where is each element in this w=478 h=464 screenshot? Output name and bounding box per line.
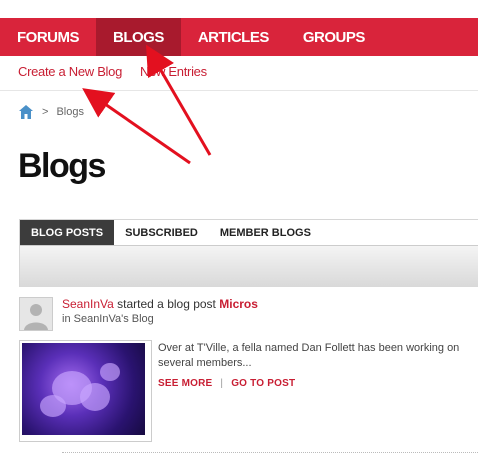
post-thumbnail[interactable] (19, 340, 152, 442)
entry-divider (62, 452, 478, 453)
nav-articles[interactable]: ARTICLES (181, 18, 286, 56)
arrow-to-create-blog (82, 88, 191, 165)
subnav-divider (0, 90, 478, 91)
tab-member-blogs[interactable]: MEMBER BLOGS (209, 220, 322, 245)
author-link[interactable]: SeanInVa (62, 297, 114, 311)
nav-blogs[interactable]: BLOGS (96, 18, 181, 56)
top-nav: FORUMS BLOGS ARTICLES GROUPS (0, 18, 478, 56)
actions-separator: | (220, 378, 224, 389)
see-more-link[interactable]: SEE MORE (158, 378, 212, 389)
tab-blog-posts[interactable]: BLOG POSTS (20, 220, 115, 245)
page-title: Blogs (18, 147, 106, 185)
avatar[interactable] (19, 297, 53, 331)
create-new-blog-link[interactable]: Create a New Blog (18, 64, 122, 79)
sub-nav: Create a New Blog New Entries (18, 64, 207, 79)
activity-summary: SeanInVa started a blog post Micros (62, 297, 258, 311)
go-to-post-link[interactable]: GO TO POST (231, 378, 295, 389)
tabs-panel: BLOG POSTS SUBSCRIBED MEMBER BLOGS (19, 219, 478, 287)
tab-toolbar (20, 245, 478, 287)
breadcrumb-current[interactable]: Blogs (56, 106, 84, 118)
activity-action-text: started a blog post (113, 297, 220, 311)
post-excerpt: Over at T'Ville, a fella named Dan Folle… (158, 342, 460, 369)
breadcrumb: > Blogs (18, 104, 84, 120)
breadcrumb-separator: > (42, 106, 49, 118)
nav-groups[interactable]: GROUPS (286, 18, 382, 56)
nav-forums[interactable]: FORUMS (0, 18, 96, 56)
post-actions: SEE MORE | GO TO POST (158, 378, 295, 389)
post-title-link[interactable]: Micros (219, 297, 258, 311)
home-icon[interactable] (18, 104, 34, 120)
tab-subscribed[interactable]: SUBSCRIBED (114, 220, 209, 245)
blog-location: in SeanInVa's Blog (62, 313, 154, 325)
new-entries-link[interactable]: New Entries (140, 64, 207, 79)
